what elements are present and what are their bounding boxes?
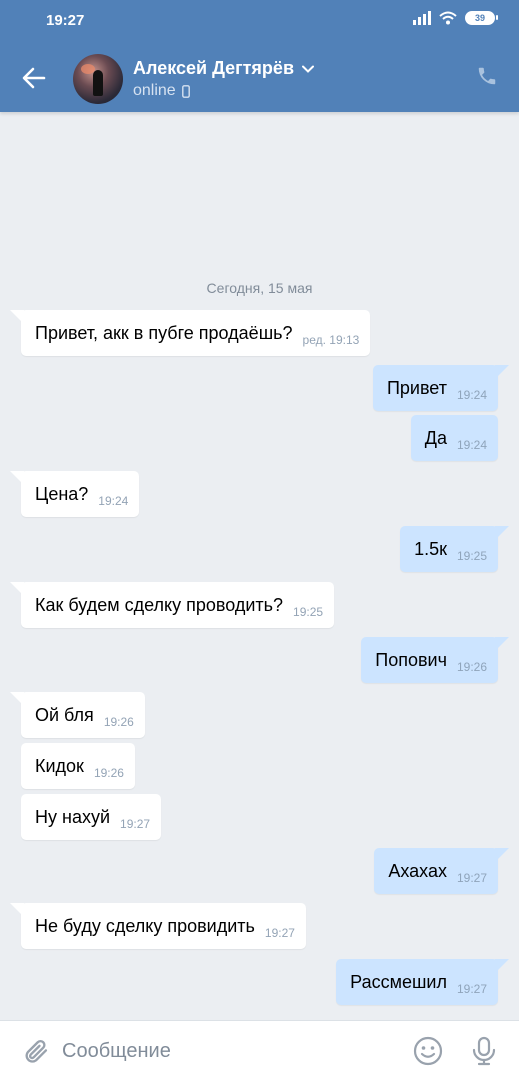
message-time: 19:27 bbox=[264, 926, 295, 940]
contact-name-button[interactable]: Алексей Дегтярёв bbox=[133, 58, 315, 79]
message-bubble[interactable]: 1.5к 19:25 bbox=[400, 526, 509, 572]
message-bubble[interactable]: Ну нахуй 19:27 bbox=[21, 794, 162, 840]
message-time: 19:24 bbox=[456, 438, 487, 452]
message-time: 19:27 bbox=[456, 982, 487, 996]
paperclip-icon bbox=[25, 1039, 48, 1063]
message-time: 19:26 bbox=[456, 660, 487, 674]
message-bubble[interactable]: Цена? 19:24 bbox=[9, 471, 140, 517]
emoji-icon bbox=[413, 1036, 443, 1066]
message-bubble[interactable]: Попович 19:26 bbox=[361, 637, 509, 683]
mobile-device-icon bbox=[181, 84, 190, 98]
emoji-button[interactable] bbox=[412, 1035, 444, 1067]
avatar[interactable] bbox=[73, 54, 123, 104]
contact-status: online bbox=[133, 82, 190, 100]
signal-icon bbox=[413, 11, 431, 25]
message-text: Попович bbox=[375, 649, 447, 670]
top-bar: 19:27 39 Алексей Дегтярёв online bbox=[0, 0, 519, 112]
message-bubble[interactable]: Как будем сделку проводить? 19:25 bbox=[9, 582, 335, 628]
message-bubble[interactable]: Да 19:24 bbox=[410, 415, 498, 461]
voice-message-button[interactable] bbox=[468, 1035, 500, 1067]
message-time: 19:26 bbox=[93, 766, 124, 780]
message-text: Да bbox=[424, 427, 447, 448]
attach-button[interactable] bbox=[20, 1035, 52, 1067]
message-text: Ахахах bbox=[388, 860, 447, 881]
message-input[interactable] bbox=[62, 1033, 402, 1069]
message-time: 19:27 bbox=[120, 817, 151, 831]
message-text: Цена? bbox=[35, 483, 89, 504]
message-bubble[interactable]: Привет, акк в пубге продаёшь? ред. 19:13 bbox=[9, 310, 371, 356]
message-composer bbox=[0, 1020, 519, 1080]
status-icons: 39 bbox=[413, 11, 498, 25]
message-time: 19:27 bbox=[456, 871, 487, 885]
phone-icon bbox=[478, 67, 496, 85]
message-text: Ну нахуй bbox=[35, 806, 111, 827]
message-bubble[interactable]: Кидок 19:26 bbox=[21, 743, 135, 789]
chevron-down-icon bbox=[302, 65, 315, 73]
wifi-icon bbox=[439, 11, 457, 25]
message-bubble[interactable]: Ой бля 19:26 bbox=[10, 692, 145, 738]
message-text: Кидок bbox=[35, 755, 84, 776]
message-text: Не буду сделку провидить bbox=[35, 915, 255, 936]
message-text: Ой бля bbox=[35, 704, 94, 725]
date-separator: Сегодня, 15 мая bbox=[206, 280, 313, 296]
back-button[interactable] bbox=[16, 60, 52, 96]
message-time: 19:24 bbox=[98, 494, 129, 508]
message-text: Рассмешил bbox=[350, 971, 447, 992]
chat-history[interactable]: Сегодня, 15 мая Привет, акк в пубге прод… bbox=[0, 112, 519, 1020]
message-text: Как будем сделку проводить? bbox=[35, 594, 284, 615]
message-time: 19:25 bbox=[456, 549, 487, 563]
message-time: 19:25 bbox=[293, 605, 324, 619]
message-bubble[interactable]: Ахахах 19:27 bbox=[374, 848, 509, 894]
status-time: 19:27 bbox=[46, 12, 85, 29]
microphone-icon bbox=[472, 1036, 496, 1066]
message-bubble[interactable]: Рассмешил 19:27 bbox=[336, 959, 509, 1005]
battery-icon: 39 bbox=[465, 11, 498, 25]
message-time: ред. 19:13 bbox=[302, 333, 360, 347]
message-time: 19:24 bbox=[456, 388, 487, 402]
message-time: 19:26 bbox=[103, 715, 134, 729]
back-arrow-icon bbox=[22, 67, 46, 89]
message-bubble[interactable]: Не буду сделку провидить 19:27 bbox=[10, 903, 306, 949]
call-button[interactable] bbox=[473, 62, 501, 90]
message-bubble[interactable]: Привет 19:24 bbox=[372, 365, 510, 411]
contact-name: Алексей Дегтярёв bbox=[133, 58, 295, 78]
message-text: Привет, акк в пубге продаёшь? bbox=[35, 322, 293, 343]
message-text: Привет bbox=[386, 377, 447, 398]
message-text: 1.5к bbox=[414, 538, 447, 559]
online-status: online bbox=[133, 82, 176, 99]
